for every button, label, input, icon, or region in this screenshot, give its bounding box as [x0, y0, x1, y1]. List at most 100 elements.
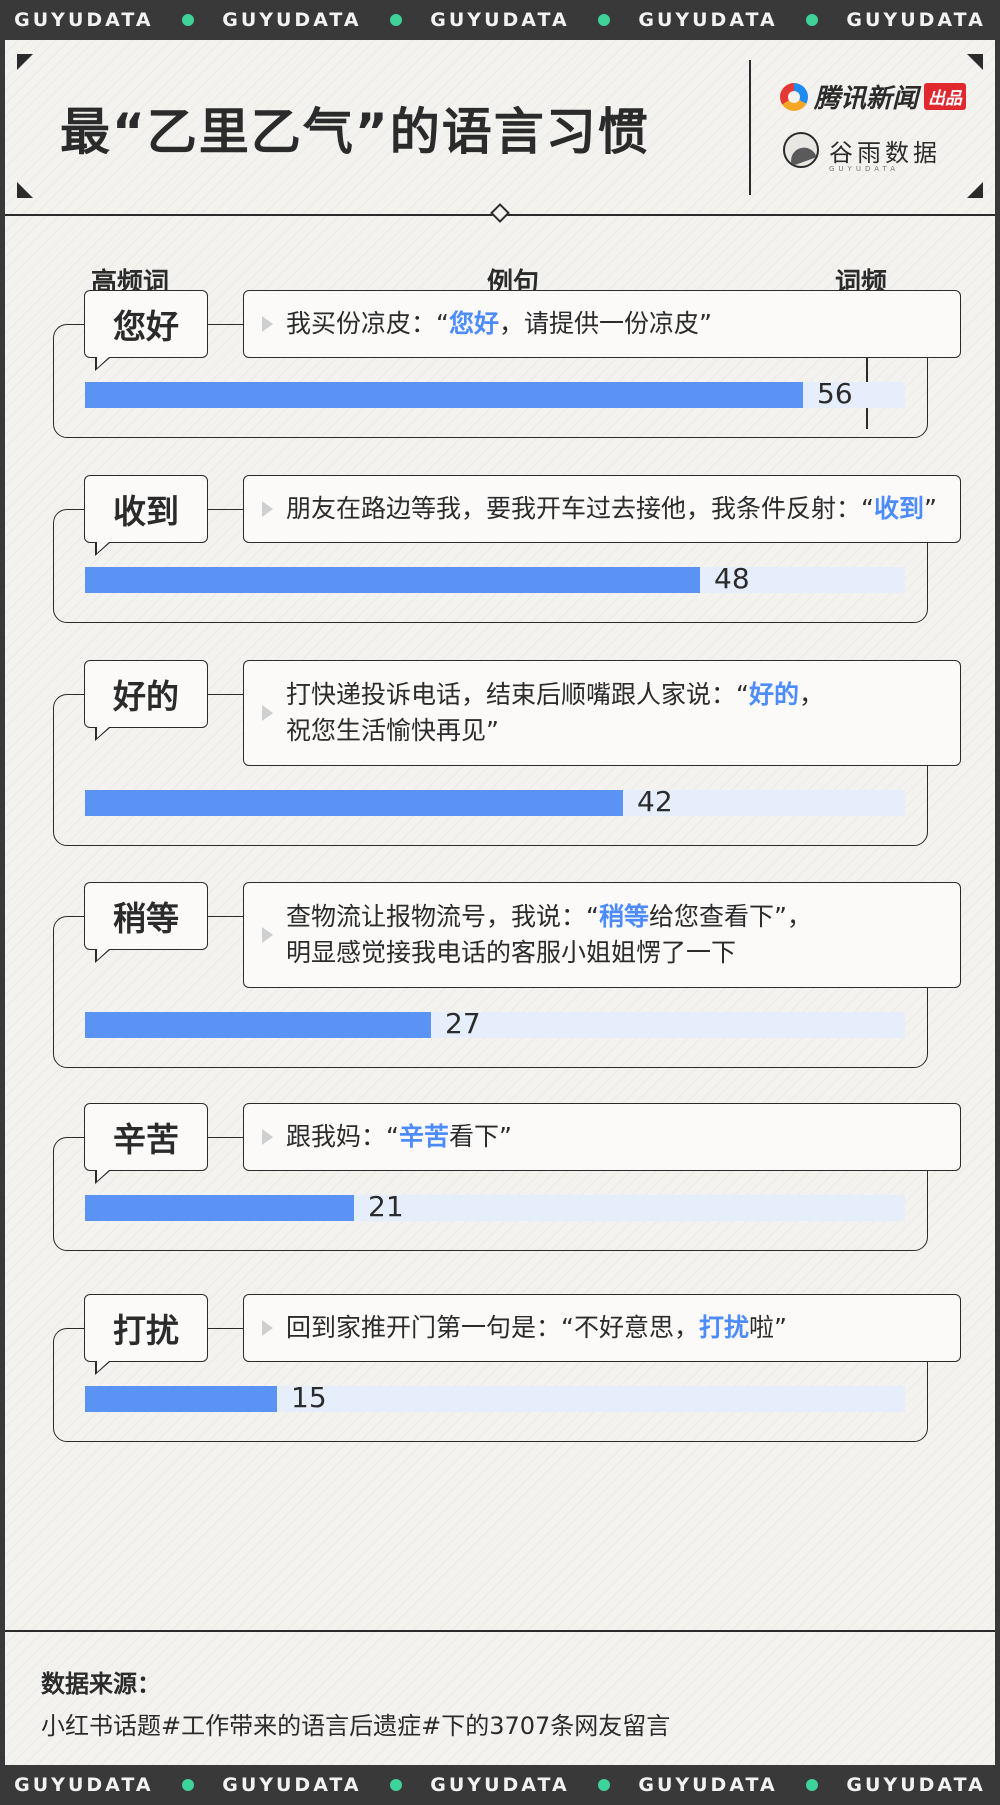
- sentence-segment: 打快递投诉电话，结束后顺嘴跟人家说：“: [286, 680, 749, 709]
- play-arrow-icon: [262, 501, 273, 517]
- sentence-segment: ，请提供一份凉皮”: [498, 309, 712, 338]
- ticker-strip-top: GUYUDATA GUYUDATA GUYUDATA GUYUDATA GUYU…: [0, 0, 1000, 40]
- guyu-data-subtitle: GUYUDATA: [829, 165, 899, 173]
- sentence-segment: 祝您生活愉快再见”: [286, 716, 499, 745]
- tencent-news-logo: 腾讯新闻 出品: [780, 78, 967, 115]
- ticker-text: GUYUDATA: [430, 1774, 570, 1796]
- sentence-segment: 啦”: [748, 1313, 787, 1342]
- sentence-segment: 回到家推开门第一句是：“不好意思，: [286, 1313, 699, 1342]
- example-sentence: 朋友在路边等我，要我开车过去接他，我条件反射：“收到”: [243, 475, 961, 543]
- sentence-segment: ，: [798, 680, 824, 709]
- bar-value-label: 42: [637, 785, 673, 818]
- sentence-segment: 我买份凉皮：“: [286, 309, 449, 338]
- example-sentence: 打快递投诉电话，结束后顺嘴跟人家说：“好的， 祝您生活愉快再见”: [243, 660, 961, 766]
- ticker-text: GUYUDATA: [14, 9, 154, 31]
- green-dot-icon: [806, 14, 819, 26]
- keyword-label: 收到: [84, 475, 208, 556]
- bar: [85, 382, 803, 408]
- example-sentence-text: 我买份凉皮：“您好，请提供一份凉皮”: [286, 306, 712, 342]
- source-label: 数据来源：: [41, 1670, 161, 1698]
- bar-track: 56: [85, 377, 905, 410]
- ticker-strip-bottom: GUYUDATA GUYUDATA GUYUDATA GUYUDATA GUYU…: [0, 1765, 1000, 1805]
- bar: [85, 567, 700, 593]
- ticker-text: GUYUDATA: [638, 9, 778, 31]
- ticker-text: GUYUDATA: [222, 9, 362, 31]
- green-dot-icon: [181, 14, 194, 26]
- highlighted-keyword: 辛苦: [398, 1122, 449, 1151]
- sentence-line: 打快递投诉电话，结束后顺嘴跟人家说：“好的，: [286, 677, 824, 713]
- sentence-line: 朋友在路边等我，要我开车过去接他，我条件反射：“收到”: [286, 491, 937, 527]
- bar-value-label: 48: [714, 562, 750, 595]
- highlighted-keyword: 打扰: [698, 1313, 749, 1342]
- sentence-line: 查物流让报物流号，我说：“稍等给您查看下”，: [286, 899, 812, 935]
- bar: [85, 1386, 277, 1412]
- corner-mark-icon: [17, 182, 33, 198]
- sentence-segment: ”: [923, 494, 937, 523]
- green-dot-icon: [806, 1779, 819, 1791]
- ticker-text: GUYUDATA: [846, 9, 986, 31]
- sentence-segment: 跟我妈：“: [286, 1122, 399, 1151]
- source-divider: [5, 1630, 995, 1632]
- keyword-label: 辛苦: [84, 1103, 208, 1184]
- source-text: 小红书话题#工作带来的语言后遗症#下的3707条网友留言: [41, 1712, 671, 1740]
- guyu-data-logo: 谷雨数据 GUYUDATA: [783, 132, 941, 173]
- sentence-segment: 明显感觉接我电话的客服小姐姐愣了一下: [286, 938, 737, 967]
- ticker-text: GUYUDATA: [222, 1774, 362, 1796]
- ticker-text: GUYUDATA: [430, 9, 570, 31]
- ticker-text: GUYUDATA: [638, 1774, 778, 1796]
- keyword-label: 稍等: [84, 882, 208, 963]
- keyword-label: 好的: [84, 660, 208, 741]
- bar-track: 48: [85, 562, 905, 595]
- example-sentence-text: 查物流让报物流号，我说：“稍等给您查看下”， 明显感觉接我电话的客服小姐姐愣了一下: [286, 899, 812, 971]
- bar-value-label: 15: [291, 1381, 327, 1414]
- sentence-segment: 给您查看下”，: [648, 902, 812, 931]
- sentence-segment: 看下”: [448, 1122, 512, 1151]
- ticker-text: GUYUDATA: [846, 1774, 986, 1796]
- green-dot-icon: [389, 1779, 402, 1791]
- infographic-panel: 最“乙里乙气”的语言习惯 腾讯新闻 出品 谷雨数据 GUYUDATA 高频词 例…: [5, 40, 995, 1765]
- highlighted-keyword: 好的: [748, 680, 799, 709]
- play-arrow-icon: [262, 927, 273, 943]
- example-sentence-text: 回到家推开门第一句是：“不好意思，打扰啦”: [286, 1310, 787, 1346]
- bar-value-label: 21: [368, 1190, 404, 1223]
- example-sentence: 我买份凉皮：“您好，请提供一份凉皮”: [243, 290, 961, 358]
- example-sentence-text: 打快递投诉电话，结束后顺嘴跟人家说：“好的， 祝您生活愉快再见”: [286, 677, 824, 749]
- ticker-text: GUYUDATA: [14, 1774, 154, 1796]
- header-divider: [749, 60, 751, 195]
- keyword-label: 打扰: [84, 1294, 208, 1375]
- example-sentence-text: 朋友在路边等我，要我开车过去接他，我条件反射：“收到”: [286, 491, 937, 527]
- bar: [85, 790, 623, 816]
- page-title: 最“乙里乙气”的语言习惯: [60, 103, 650, 161]
- green-dot-icon: [389, 14, 402, 26]
- corner-mark-icon: [17, 54, 33, 70]
- play-arrow-icon: [262, 316, 273, 332]
- play-arrow-icon: [262, 1320, 273, 1336]
- highlighted-keyword: 您好: [448, 309, 499, 338]
- produced-badge: 出品: [924, 83, 967, 110]
- tencent-news-logo-icon: [780, 82, 808, 111]
- diamond-icon: [490, 203, 510, 223]
- highlighted-keyword: 稍等: [598, 902, 649, 931]
- tencent-news-name: 腾讯新闻: [814, 84, 919, 114]
- keyword-label: 您好: [84, 290, 208, 371]
- bar-track: 27: [85, 1007, 905, 1040]
- sentence-line: 祝您生活愉快再见”: [286, 713, 824, 749]
- bar: [85, 1012, 431, 1038]
- corner-mark-icon: [967, 182, 983, 198]
- sentence-line: 明显感觉接我电话的客服小姐姐愣了一下: [286, 935, 812, 971]
- green-dot-icon: [598, 1779, 611, 1791]
- example-sentence: 回到家推开门第一句是：“不好意思，打扰啦”: [243, 1294, 961, 1362]
- play-arrow-icon: [262, 705, 273, 721]
- corner-mark-icon: [967, 54, 983, 70]
- sentence-line: 我买份凉皮：“您好，请提供一份凉皮”: [286, 306, 712, 342]
- bar-value-label: 56: [817, 377, 853, 410]
- play-arrow-icon: [262, 1129, 273, 1145]
- bar-track: 21: [85, 1190, 905, 1223]
- example-sentence: 查物流让报物流号，我说：“稍等给您查看下”， 明显感觉接我电话的客服小姐姐愣了一下: [243, 882, 961, 988]
- sentence-line: 回到家推开门第一句是：“不好意思，打扰啦”: [286, 1310, 787, 1346]
- green-dot-icon: [181, 1779, 194, 1791]
- bar-track: 42: [85, 785, 905, 818]
- example-sentence-text: 跟我妈：“辛苦看下”: [286, 1119, 512, 1155]
- sentence-segment: 朋友在路边等我，要我开车过去接他，我条件反射：“: [286, 494, 874, 523]
- green-dot-icon: [598, 14, 611, 26]
